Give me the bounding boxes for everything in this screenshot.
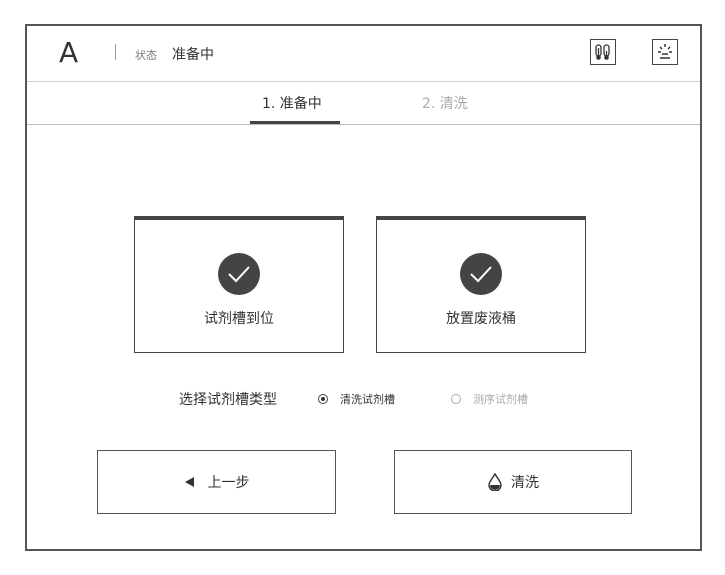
radio-wash-reagent-tank[interactable]: 清洗试剂槽 xyxy=(318,391,395,407)
card-reagent-tank-in-place: 试剂槽到位 xyxy=(134,216,344,353)
radio-sequencing-reagent-tank[interactable]: 测序试剂槽 xyxy=(451,391,528,407)
card-waste-bucket-placed: 放置废液桶 xyxy=(376,216,586,353)
device-id: A xyxy=(59,36,79,69)
check-icon xyxy=(460,253,502,295)
radio-unselected-icon xyxy=(451,394,461,404)
main-panel: A 状态 准备中 1. 准备中 2. 清洗 试剂槽到位 放置废液桶 选择试剂槽类… xyxy=(25,24,702,551)
status-label: 状态 xyxy=(135,49,157,62)
check-icon xyxy=(218,253,260,295)
radio-selected-icon xyxy=(318,394,328,404)
previous-step-label: 上一步 xyxy=(207,475,250,491)
brightness-button[interactable] xyxy=(652,39,678,65)
radio-label: 测序试剂槽 xyxy=(473,393,528,406)
brightness-icon xyxy=(658,44,672,59)
droplet-icon xyxy=(487,473,503,491)
triangle-left-icon xyxy=(184,476,196,488)
active-tab-indicator xyxy=(250,121,340,124)
thermometer-button[interactable] xyxy=(590,39,616,65)
header-bar: A 状态 准备中 xyxy=(27,26,700,82)
card-label: 放置废液桶 xyxy=(446,311,516,327)
wash-label: 清洗 xyxy=(511,475,539,491)
card-label: 试剂槽到位 xyxy=(204,311,274,327)
selector-label: 选择试剂槽类型 xyxy=(179,392,277,408)
tab-washing[interactable]: 2. 清洗 xyxy=(422,93,468,113)
header-divider xyxy=(115,44,116,60)
step-tabs: 1. 准备中 2. 清洗 xyxy=(27,82,700,125)
previous-step-button[interactable]: 上一步 xyxy=(97,450,336,514)
tab-preparing[interactable]: 1. 准备中 xyxy=(262,93,322,113)
radio-label: 清洗试剂槽 xyxy=(340,393,395,406)
status-value: 准备中 xyxy=(172,47,214,63)
wash-button[interactable]: 清洗 xyxy=(394,450,632,514)
thermometer-icon xyxy=(595,44,610,60)
reagent-tank-type-selector: 选择试剂槽类型 清洗试剂槽 测序试剂槽 xyxy=(27,388,700,410)
